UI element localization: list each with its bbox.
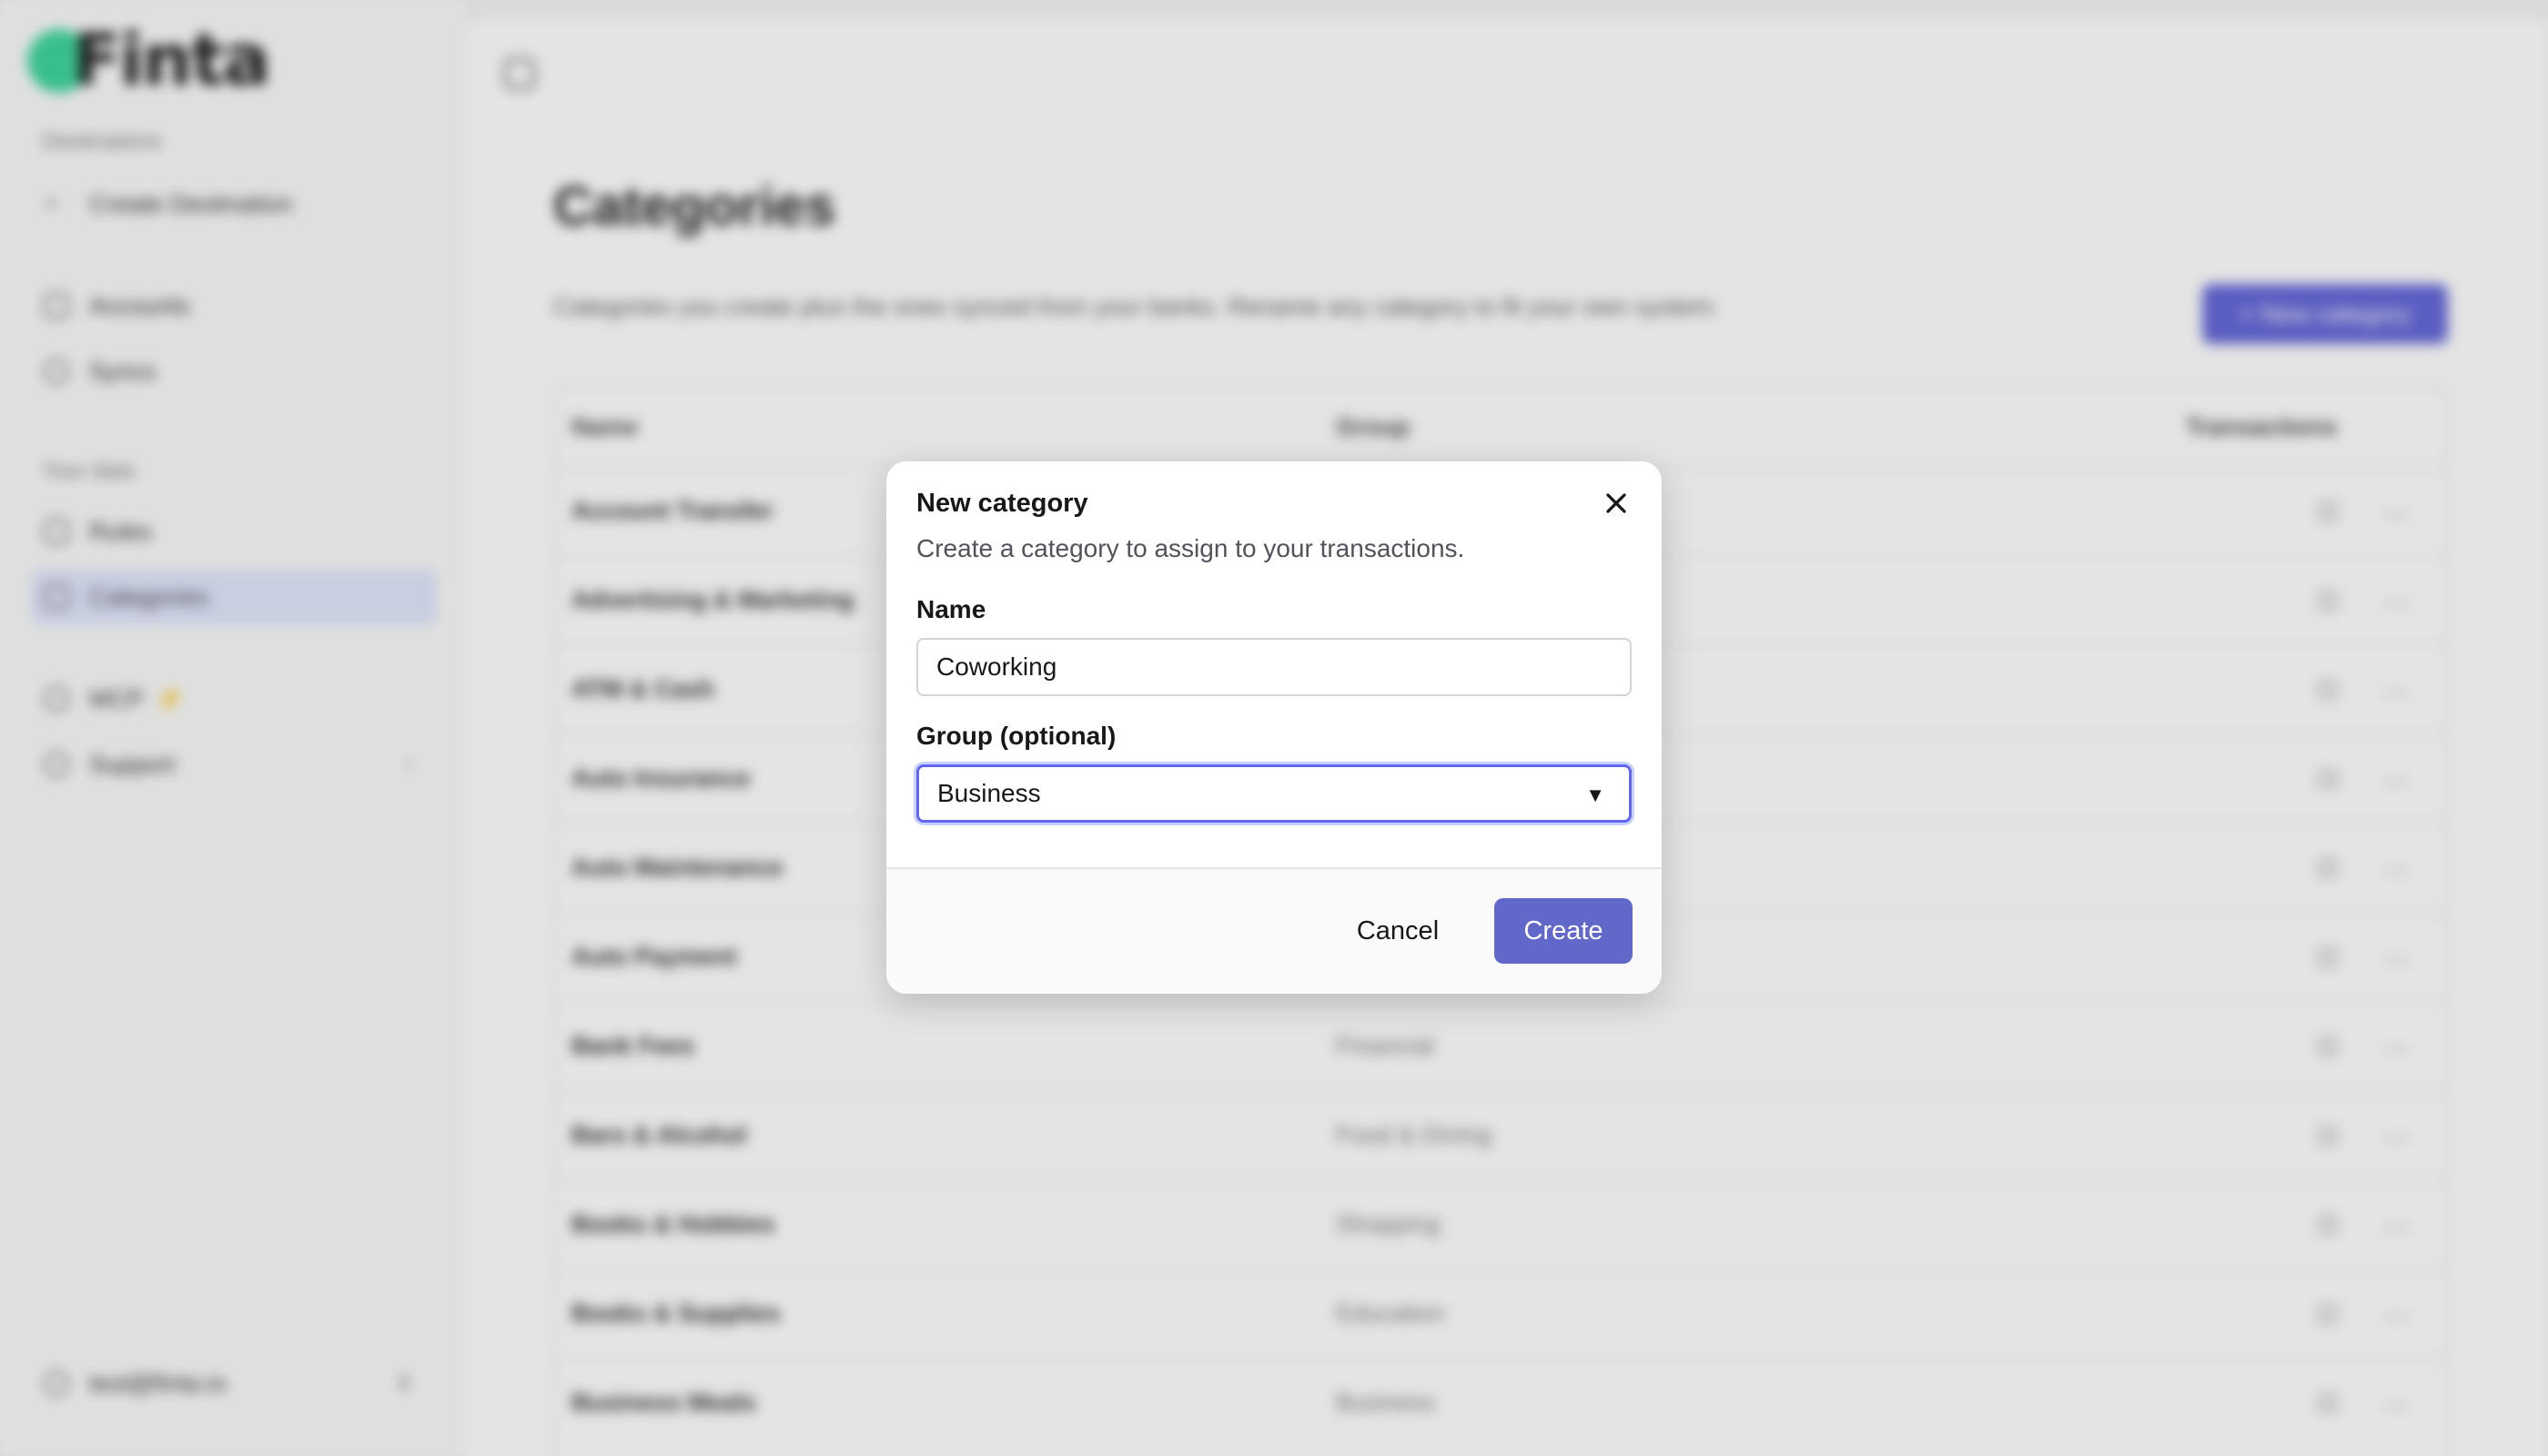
close-icon[interactable]	[1600, 487, 1633, 520]
group-label: Group (optional)	[916, 722, 1117, 750]
new-category-dialog: New category Create a category to assign…	[886, 461, 1662, 994]
dialog-footer: Cancel Create	[886, 867, 1662, 994]
group-select[interactable]: Business ▼	[916, 764, 1632, 823]
group-select-value: Business	[937, 779, 1041, 807]
cancel-button[interactable]: Cancel	[1343, 898, 1452, 964]
dialog-description: Create a category to assign to your tran…	[916, 534, 1465, 562]
name-label: Name	[916, 595, 986, 623]
chevron-down-icon: ▼	[1585, 784, 1605, 806]
create-button[interactable]: Create	[1494, 898, 1633, 964]
name-field[interactable]	[916, 638, 1632, 696]
dialog-title: New category	[916, 489, 1088, 518]
